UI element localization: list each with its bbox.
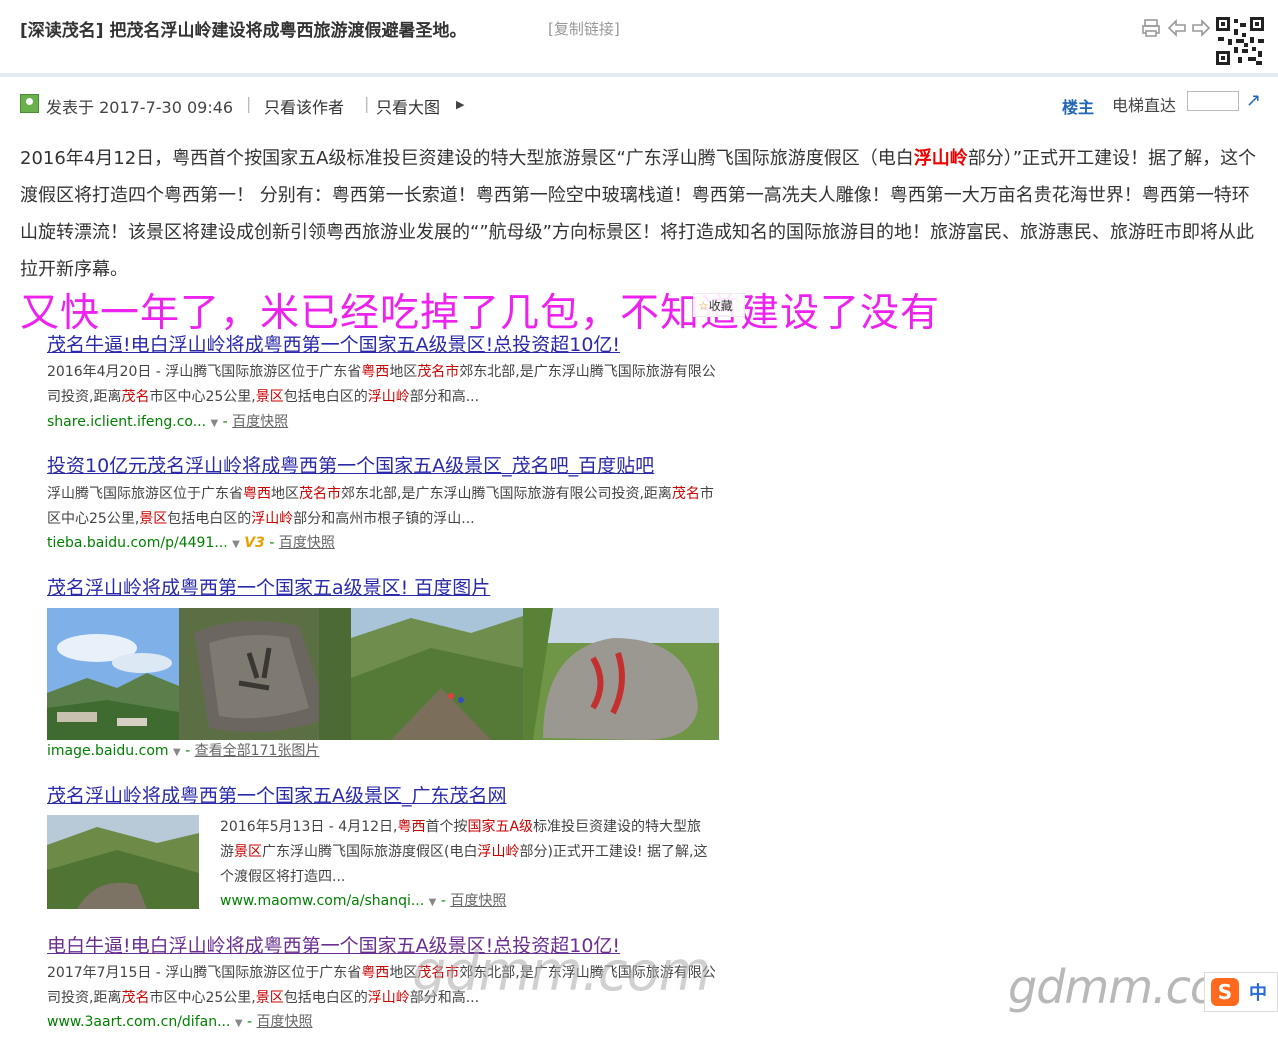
copy-link-button[interactable]: [复制链接] [548, 18, 620, 39]
only-big-image-link[interactable]: 只看大图 [376, 94, 440, 118]
floor-owner-label: 楼主 [1062, 98, 1095, 117]
result-title-4[interactable]: 茂名浮山岭将成粤西第一个国家五A级景区_广东茂名网 [47, 781, 507, 808]
result-thumbnail-4[interactable] [47, 815, 199, 909]
user-online-icon [20, 94, 39, 113]
result-title-3[interactable]: 茂名浮山岭将成粤西第一个国家五a级景区! 百度图片 [47, 573, 490, 600]
result-url-5[interactable]: www.3aart.com.cn/difan... ▼ - 百度快照 [47, 1011, 313, 1031]
v3-badge: V3 [244, 535, 265, 551]
dropdown-icon: ▼ [232, 539, 240, 550]
result-url-1[interactable]: share.iclient.ifeng.co... ▼ - 百度快照 [47, 411, 288, 431]
floor-jump-label: 电梯直达 [1112, 96, 1177, 115]
dropdown-icon: ▼ [172, 747, 181, 758]
header-divider [0, 73, 1278, 77]
arrow-right-icon: ▶ [456, 98, 465, 111]
separator: | [364, 94, 370, 113]
post-date: 发表于 2017-7-30 09:46 [46, 98, 234, 117]
result-image-3[interactable] [351, 608, 523, 740]
jump-go-icon[interactable]: ↗ [1246, 90, 1261, 111]
result-image-1[interactable] [47, 608, 179, 740]
result-image-4[interactable] [523, 608, 719, 740]
cache-link[interactable]: 百度快照 [279, 535, 335, 551]
qr-code-icon [1214, 15, 1266, 67]
prev-thread-icon[interactable] [1166, 18, 1188, 40]
result-url-2[interactable]: tieba.baidu.com/p/4491... ▼ V3 - 百度快照 [47, 532, 335, 552]
result-title-2[interactable]: 投资10亿元茂名浮山岭将成粤西第一个国家五A级景区_茂名吧_百度贴吧 [47, 451, 654, 478]
dropdown-icon: ▼ [234, 1018, 243, 1029]
post-content: 2016年4月12日，粤西首个按国家五A级标准投巨资建设的特大型旅游景区“广东浮… [20, 140, 1265, 288]
favorite-label: 收藏 [708, 299, 733, 313]
dropdown-icon: ▼ [210, 418, 219, 429]
ime-mode-label[interactable]: 中 [1249, 979, 1267, 1005]
star-icon: ☆ [698, 299, 709, 313]
result-url-3[interactable]: image.baidu.com ▼ - 查看全部171张图片 [47, 740, 319, 760]
dropdown-icon: ▼ [428, 897, 437, 908]
cache-link[interactable]: 百度快照 [257, 1014, 313, 1030]
only-author-link[interactable]: 只看该作者 [264, 94, 344, 118]
post-highlight: 浮山岭 [913, 148, 968, 169]
post-text-1: 2016年4月12日，粤西首个按国家五A级标准投巨资建设的特大型旅游景区“广东浮… [20, 148, 914, 169]
sogou-ime-icon: S [1211, 978, 1239, 1006]
result-title-1[interactable]: 茂名牛逼!电白浮山岭将成粤西第一个国家五A级景区!总投资超10亿! [47, 330, 620, 357]
result-snippet-1: 2016年4月20日 - 浮山腾飞国际旅游区位于广东省粤西地区茂名市郊东北部,是… [47, 364, 716, 405]
cache-link[interactable]: 百度快照 [232, 414, 288, 430]
result-image-2[interactable] [179, 608, 351, 740]
result-snippet-2: 浮山腾飞国际旅游区位于广东省粤西地区茂名市郊东北部,是广东浮山腾飞国际旅游有限公… [47, 486, 714, 527]
result-url-4[interactable]: www.maomw.com/a/shanqi... ▼ - 百度快照 [220, 890, 506, 910]
view-all-images-link[interactable]: 查看全部171张图片 [195, 743, 320, 759]
thread-title: [深读茂名] 把茂名浮山岭建设将成粤西旅游渡假避暑圣地。 [20, 21, 467, 41]
printer-icon[interactable] [1140, 18, 1162, 40]
watermark-center: gdmm.com [412, 940, 711, 1003]
next-thread-icon[interactable] [1190, 18, 1212, 40]
floor-jump-input[interactable] [1187, 91, 1239, 111]
result-snippet-4: 2016年5月13日 - 4月12日,粤西首个按国家五A级标准投巨资建设的特大型… [220, 819, 708, 885]
ime-toolbar[interactable]: S 中 [1204, 972, 1278, 1012]
cache-link[interactable]: 百度快照 [450, 893, 506, 909]
separator: | [246, 94, 252, 113]
favorite-button[interactable]: ☆收藏 [693, 293, 745, 317]
